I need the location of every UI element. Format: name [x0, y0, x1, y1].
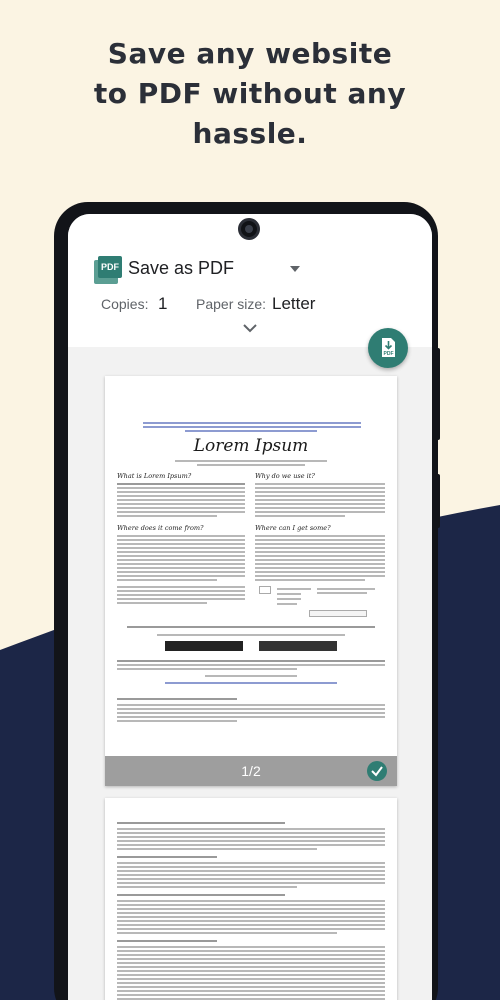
download-pdf-icon: PDF	[382, 338, 395, 357]
front-camera	[238, 218, 260, 240]
chevron-down-icon[interactable]	[242, 322, 258, 334]
preview-page-2[interactable]	[105, 798, 397, 1000]
headline-line-1: Save any website	[107, 37, 393, 70]
save-pdf-button[interactable]: PDF	[368, 328, 408, 368]
document-title: Lorem Ipsum	[193, 436, 309, 456]
checkmark-icon[interactable]	[367, 761, 387, 781]
headline-line-2: to PDF without any	[93, 77, 407, 110]
destination-select[interactable]: Save as PDF	[128, 258, 234, 279]
dropdown-arrow-icon[interactable]	[290, 266, 300, 272]
headline-line-3: hassle.	[192, 117, 308, 150]
svg-text:PDF: PDF	[384, 351, 394, 357]
pdf-icon: PDF	[94, 256, 122, 284]
phone-power-button	[434, 474, 440, 528]
copies-input[interactable]: 1	[158, 294, 167, 314]
paper-size-label: Paper size:	[196, 296, 267, 312]
paper-size-select[interactable]: Letter	[272, 294, 315, 314]
preview-page-1[interactable]: Lorem Ipsum What is Lorem Ipsum? Why do …	[105, 376, 397, 786]
page-selection-bar: 1/2	[105, 756, 397, 786]
copies-label: Copies:	[101, 296, 149, 312]
phone-volume-button	[434, 348, 440, 440]
phone-screen: PDF Save as PDF Copies: 1 Paper size: Le…	[68, 214, 432, 1000]
headline: Save any website to PDF without any hass…	[0, 34, 500, 154]
page-indicator: 1/2	[241, 763, 261, 779]
